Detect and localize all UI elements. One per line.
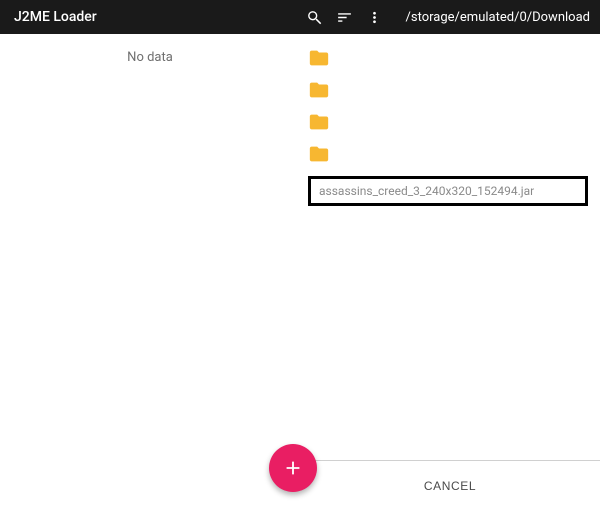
more-vert-icon[interactable]	[362, 4, 388, 30]
list-item[interactable]	[308, 138, 600, 170]
file-list: assassins_creed_3_240x320_152494.jar	[300, 34, 600, 206]
add-fab[interactable]	[269, 444, 317, 492]
search-icon[interactable]	[302, 4, 328, 30]
current-path: /storage/emulated/0/Download	[406, 10, 590, 25]
plus-icon	[282, 457, 304, 479]
app-title: J2ME Loader	[14, 9, 97, 25]
cancel-button[interactable]: CANCEL	[424, 479, 476, 493]
sort-icon[interactable]	[332, 4, 358, 30]
app-toolbar: J2ME Loader /storage/emulated/0/Download	[0, 0, 600, 34]
list-item[interactable]	[308, 74, 600, 106]
right-pane-file-picker: assassins_creed_3_240x320_152494.jar CAN…	[300, 34, 600, 510]
list-item[interactable]	[308, 42, 600, 74]
folder-icon	[308, 111, 330, 133]
list-item[interactable]	[308, 106, 600, 138]
content-area: No data assassins_creed_3_240x320_152494…	[0, 34, 600, 510]
empty-state-text: No data	[0, 50, 300, 65]
folder-icon	[308, 79, 330, 101]
left-pane: No data	[0, 34, 300, 510]
folder-icon	[308, 143, 330, 165]
file-name-label: assassins_creed_3_240x320_152494.jar	[319, 184, 534, 198]
bottom-action-bar: CANCEL	[300, 460, 600, 510]
folder-icon	[308, 47, 330, 69]
file-item-jar[interactable]: assassins_creed_3_240x320_152494.jar	[308, 176, 588, 206]
